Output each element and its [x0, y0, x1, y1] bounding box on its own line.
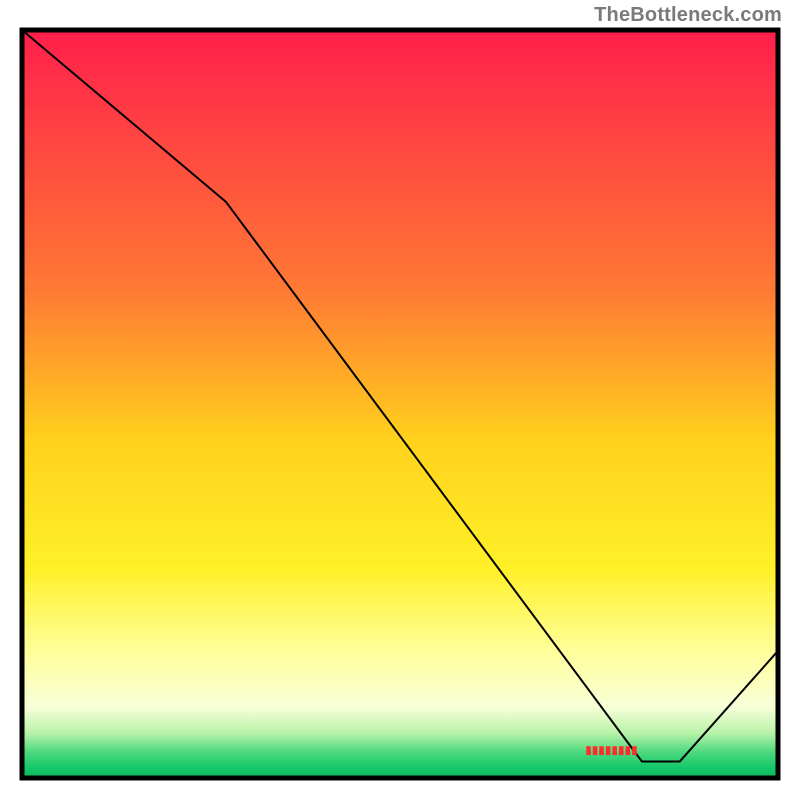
bottleneck-chart: ▮▮▮▮▮▮▮▮	[0, 0, 800, 800]
minimum-annotation: ▮▮▮▮▮▮▮▮	[585, 745, 637, 757]
plot-area	[22, 30, 778, 778]
